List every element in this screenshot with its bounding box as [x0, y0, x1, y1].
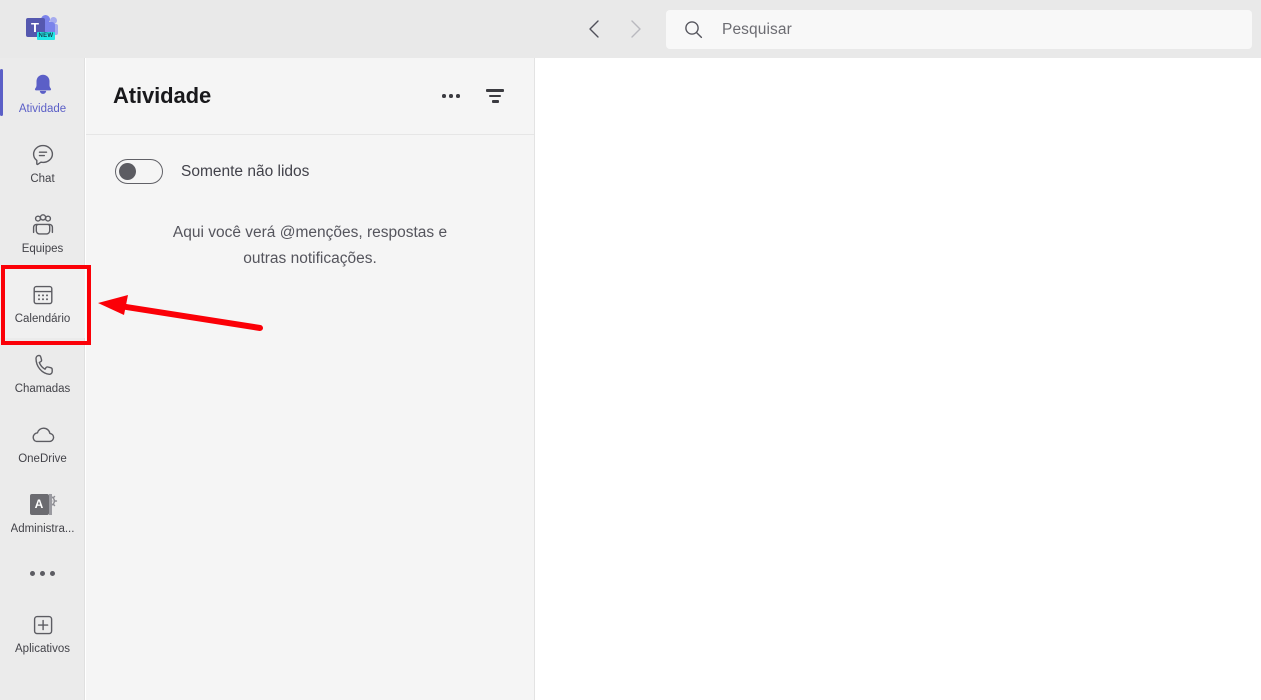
cloud-icon	[29, 421, 57, 449]
search-icon	[684, 20, 703, 39]
unread-only-row: Somente não lidos	[86, 135, 534, 184]
sidebar-item-atividade[interactable]: Atividade	[0, 58, 85, 128]
teams-logo-icon: T NEW	[25, 14, 60, 44]
panel-header-actions	[436, 81, 510, 111]
plus-box-icon	[30, 611, 56, 639]
filter-line	[489, 94, 501, 98]
logo-new-badge: NEW	[36, 32, 56, 40]
forward-button[interactable]	[620, 12, 652, 46]
sidebar-item-label: Aplicativos	[15, 642, 70, 655]
search-input[interactable]: Pesquisar	[666, 10, 1252, 49]
page-title: Atividade	[113, 83, 212, 108]
app-logo[interactable]: T NEW	[0, 0, 85, 58]
back-button[interactable]	[578, 12, 610, 46]
admin-gear-icon: A	[28, 491, 58, 519]
dot	[449, 94, 453, 98]
sidebar-item-label: Chamadas	[14, 382, 71, 395]
sidebar-item-calendario[interactable]: Calendário	[0, 268, 85, 338]
filter-line	[491, 100, 499, 103]
sidebar-item-onedrive[interactable]: OneDrive	[0, 408, 85, 478]
search-placeholder: Pesquisar	[722, 20, 792, 38]
dot	[456, 94, 460, 98]
sidebar-item-label: Atividade	[18, 102, 67, 115]
teams-window: T NEW Pesquisar Atividade Chat Equipes C…	[0, 0, 1261, 700]
dot	[442, 94, 446, 98]
sidebar-item-label: Chat	[30, 172, 55, 185]
bell-icon	[30, 71, 56, 99]
activity-empty-state-text: Aqui você verá @menções, respostas e out…	[172, 224, 448, 267]
chat-bubble-icon	[30, 141, 56, 169]
toggle-knob	[119, 163, 136, 180]
sidebar-more-options[interactable]	[0, 548, 85, 598]
unread-only-label: Somente não lidos	[181, 162, 310, 180]
unread-only-toggle[interactable]	[115, 159, 163, 184]
admin-letter-a: A	[29, 493, 52, 515]
sidebar-item-chamadas[interactable]: Chamadas	[0, 338, 85, 408]
top-bar: T NEW Pesquisar	[0, 0, 1261, 58]
sidebar-item-label: Administra...	[10, 522, 75, 535]
activity-panel-header: Atividade	[86, 58, 534, 135]
people-group-icon	[29, 211, 57, 239]
filter-button[interactable]	[480, 81, 510, 111]
left-rail: Atividade Chat Equipes Calendário Chamad…	[0, 58, 85, 700]
phone-icon	[30, 351, 56, 379]
dot	[40, 570, 45, 576]
sidebar-item-chat[interactable]: Chat	[0, 128, 85, 198]
filter-line	[486, 89, 504, 92]
sidebar-item-equipes[interactable]: Equipes	[0, 198, 85, 268]
sidebar-item-label: OneDrive	[18, 452, 67, 465]
filter-icon	[486, 89, 504, 103]
sidebar-item-administra[interactable]: A Administra...	[0, 478, 85, 548]
chevron-right-icon	[631, 20, 641, 38]
activity-panel: Atividade Somente não lidos Aqui você ve…	[86, 58, 535, 700]
ellipsis-icon	[442, 94, 460, 98]
dot	[30, 570, 35, 576]
navigation-arrows	[578, 12, 652, 46]
sidebar-item-label: Equipes	[21, 242, 64, 255]
sidebar-item-label: Calendário	[14, 312, 71, 325]
more-options-button[interactable]	[436, 81, 466, 111]
main-content-area	[535, 58, 1261, 700]
chevron-left-icon	[589, 20, 599, 38]
sidebar-item-aplicativos[interactable]: Aplicativos	[0, 598, 85, 668]
calendar-icon	[30, 281, 56, 309]
dot	[50, 570, 55, 576]
